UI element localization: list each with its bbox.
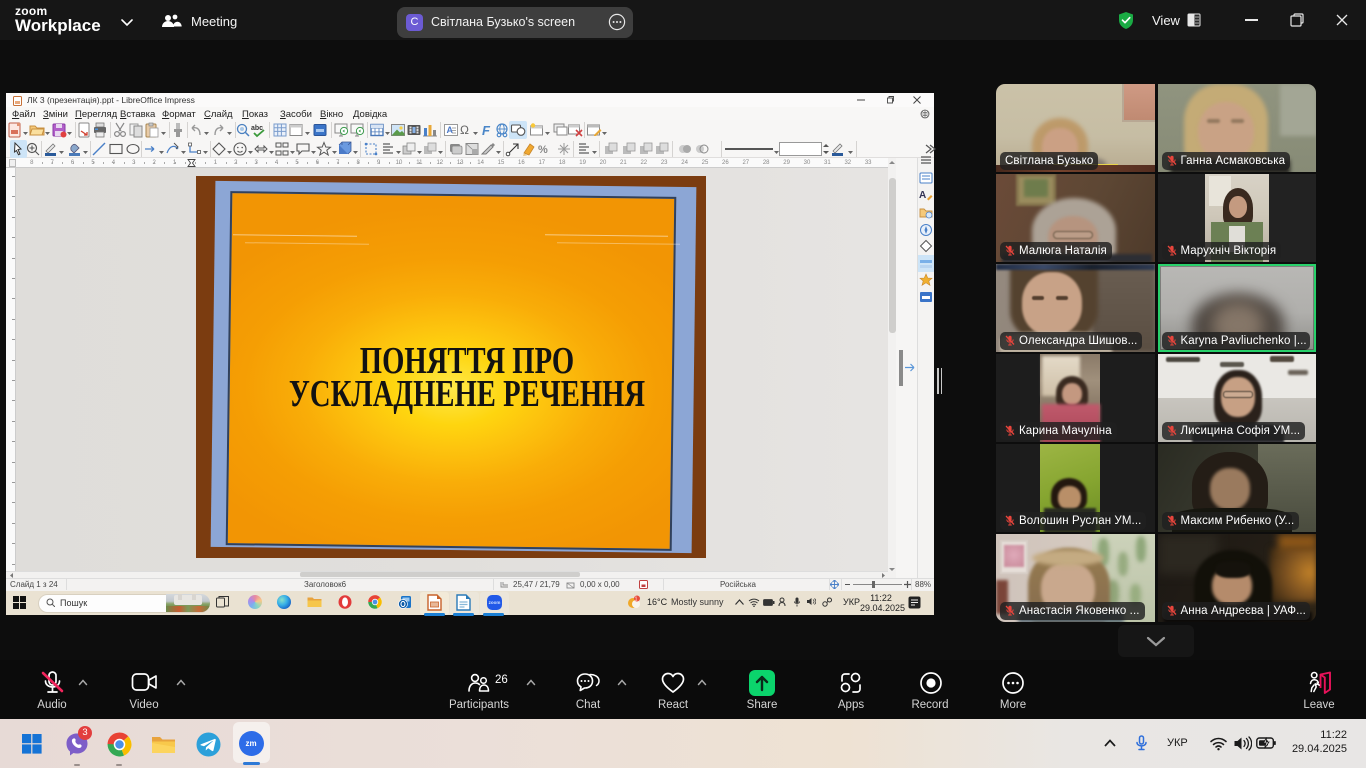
svg-text:A: A xyxy=(447,125,454,135)
svg-text:A: A xyxy=(919,190,926,201)
svg-text:%: % xyxy=(538,144,548,156)
svg-text:Ω: Ω xyxy=(460,123,469,137)
svg-text:F: F xyxy=(482,123,491,138)
svg-text:1: 1 xyxy=(635,597,638,603)
svg-text:abc: abc xyxy=(251,125,263,132)
